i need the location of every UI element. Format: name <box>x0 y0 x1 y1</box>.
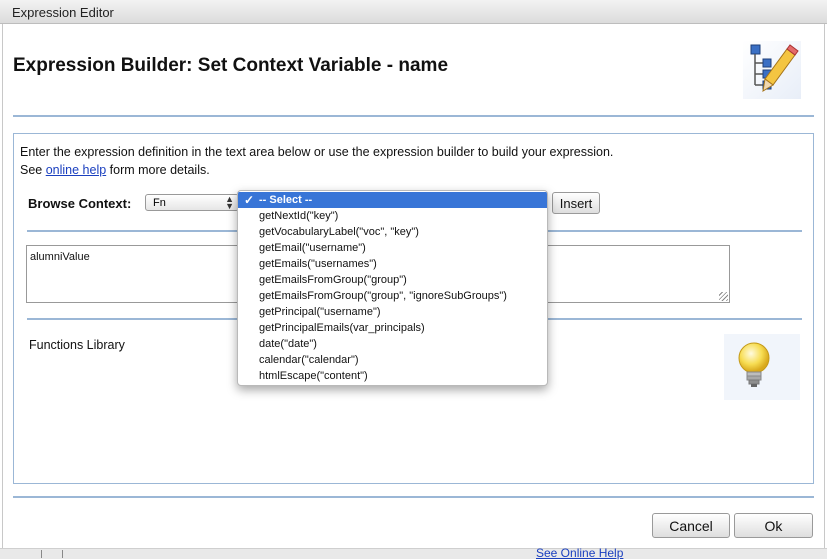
page-title: Expression Builder: Set Context Variable… <box>13 55 449 76</box>
dropdown-option[interactable]: getEmail("username") <box>238 240 547 256</box>
function-dropdown-list[interactable]: ✓ -- Select -- getNextId("key") getVocabula… <box>237 190 548 386</box>
dropdown-option[interactable]: htmlEscape("content") <box>238 368 547 384</box>
intro-help-line: See online help form more details. <box>20 161 613 179</box>
dropdown-option[interactable]: calendar("calendar") <box>238 352 547 368</box>
dropdown-option[interactable]: getEmailsFromGroup("group", "ignoreSubGr… <box>238 288 547 304</box>
intro-after-link-text: form more details. <box>106 163 210 177</box>
browse-context-value: Fn <box>153 197 166 209</box>
background-online-help-link[interactable]: See Online Help <box>536 546 623 560</box>
dropdown-option[interactable]: date("date") <box>238 336 547 352</box>
expression-builder-icon <box>743 41 801 99</box>
window-titlebar[interactable]: Expression Editor <box>0 0 827 24</box>
dropdown-option[interactable]: getEmailsFromGroup("group") <box>238 272 547 288</box>
insert-button[interactable]: Insert <box>552 192 600 214</box>
functions-library-label: Functions Library <box>29 338 125 352</box>
footer-divider <box>13 496 814 498</box>
browse-context-label: Browse Context: <box>28 196 132 211</box>
ok-button[interactable]: Ok <box>734 513 813 538</box>
checkmark-icon: ✓ <box>244 193 255 207</box>
online-help-link[interactable]: online help <box>46 163 106 177</box>
dropdown-option[interactable]: getVocabularyLabel("voc", "key") <box>238 224 547 240</box>
dropdown-option[interactable]: getNextId("key") <box>238 208 547 224</box>
resize-grip-icon[interactable] <box>719 292 728 301</box>
background-page-strip: See Online Help <box>0 546 827 560</box>
dropdown-option[interactable]: ✓ -- Select -- <box>238 192 547 208</box>
select-arrows-icon: ▲ ▼ <box>225 194 234 211</box>
dropdown-option[interactable]: getEmails("usernames") <box>238 256 547 272</box>
cancel-button[interactable]: Cancel <box>652 513 730 538</box>
window-title: Expression Editor <box>12 5 114 20</box>
lightbulb-icon <box>724 334 800 400</box>
header-divider <box>13 115 814 117</box>
dropdown-option-label: -- Select -- <box>259 194 313 206</box>
intro-line: Enter the expression definition in the t… <box>20 145 614 159</box>
intro-see-text: See <box>20 163 46 177</box>
browse-context-select[interactable]: Fn ▲ ▼ <box>145 194 239 211</box>
intro-text: Enter the expression definition in the t… <box>20 143 613 179</box>
grid-icon <box>41 550 63 558</box>
dropdown-option[interactable]: getPrincipal("username") <box>238 304 547 320</box>
dropdown-option[interactable]: getPrincipalEmails(var_principals) <box>238 320 547 336</box>
